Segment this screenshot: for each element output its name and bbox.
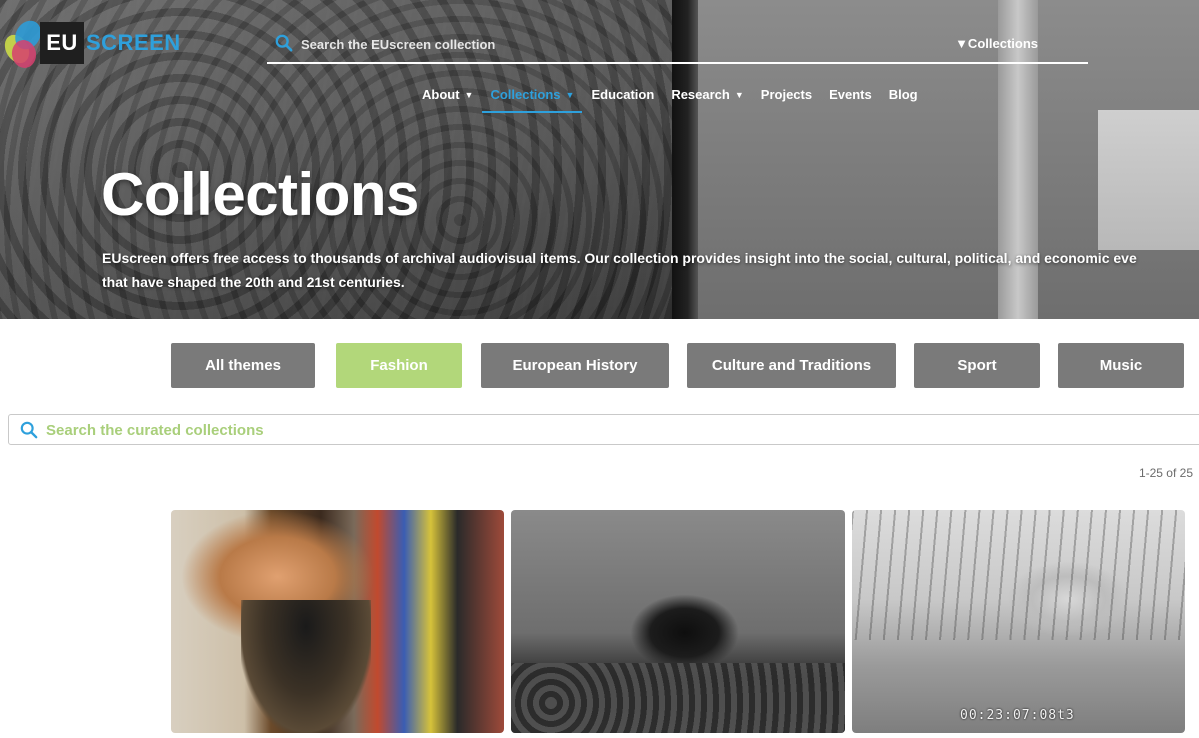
- curated-search-input[interactable]: [46, 418, 746, 442]
- site-search-bar: ▼Collections: [267, 28, 1088, 64]
- theme-button-all-themes[interactable]: All themes: [171, 343, 315, 388]
- nav-item-research[interactable]: Research ▼: [671, 84, 743, 114]
- collection-card[interactable]: [171, 510, 504, 733]
- theme-button-european-history[interactable]: European History: [481, 343, 669, 388]
- page-title: Collections: [101, 161, 419, 228]
- results-count: 1-25 of 25: [1138, 466, 1193, 480]
- euscreen-logo[interactable]: EU SCREEN: [0, 16, 180, 70]
- nav-item-label: Education: [591, 87, 655, 102]
- theme-button-sport[interactable]: Sport: [914, 343, 1040, 388]
- theme-button-culture-and-traditions[interactable]: Culture and Traditions: [687, 343, 896, 388]
- nav-item-label: About: [422, 87, 460, 102]
- caret-down-icon: ▼: [565, 90, 575, 100]
- nav-item-label: Collections: [490, 87, 561, 102]
- nav-item-events[interactable]: Events: [829, 84, 872, 114]
- logo-screen-text: SCREEN: [86, 30, 181, 55]
- search-icon[interactable]: [20, 421, 38, 439]
- caret-down-icon: ▼: [464, 90, 474, 100]
- nav-item-education[interactable]: Education: [591, 84, 654, 114]
- page-description: EUscreen offers free access to thousands…: [102, 246, 1199, 294]
- hero-banner: EU SCREEN ▼Collections About ▼ Collectio…: [0, 0, 1199, 319]
- collection-card[interactable]: 00:23:07:08t3: [852, 510, 1185, 733]
- collection-card[interactable]: [511, 510, 845, 733]
- site-search-input[interactable]: [301, 30, 901, 58]
- nav-item-label: Blog: [888, 87, 918, 102]
- theme-button-fashion[interactable]: Fashion: [336, 343, 462, 388]
- main-nav: About ▼ Collections ▼ Education Research…: [422, 84, 935, 114]
- nav-item-blog[interactable]: Blog: [889, 84, 918, 114]
- page-description-line: EUscreen offers free access to thousands…: [102, 250, 1137, 266]
- nav-item-label: Events: [829, 87, 872, 102]
- nav-item-label: Projects: [760, 87, 813, 102]
- video-timecode: 00:23:07:08t3: [960, 708, 1075, 723]
- search-icon[interactable]: [275, 34, 293, 52]
- curated-collections-search: [8, 414, 1199, 445]
- search-scope-dropdown[interactable]: ▼Collections: [955, 36, 1038, 51]
- logo-eu-text: EU: [40, 22, 84, 64]
- nav-item-about[interactable]: About ▼: [422, 84, 473, 114]
- theme-button-music[interactable]: Music: [1058, 343, 1184, 388]
- nav-item-collections[interactable]: Collections ▼: [482, 84, 583, 114]
- nav-item-label: Research: [671, 87, 730, 102]
- caret-down-icon: ▼: [734, 90, 744, 100]
- nav-item-projects[interactable]: Projects: [761, 84, 812, 114]
- page-description-line: that have shaped the 20th and 21st centu…: [102, 274, 405, 290]
